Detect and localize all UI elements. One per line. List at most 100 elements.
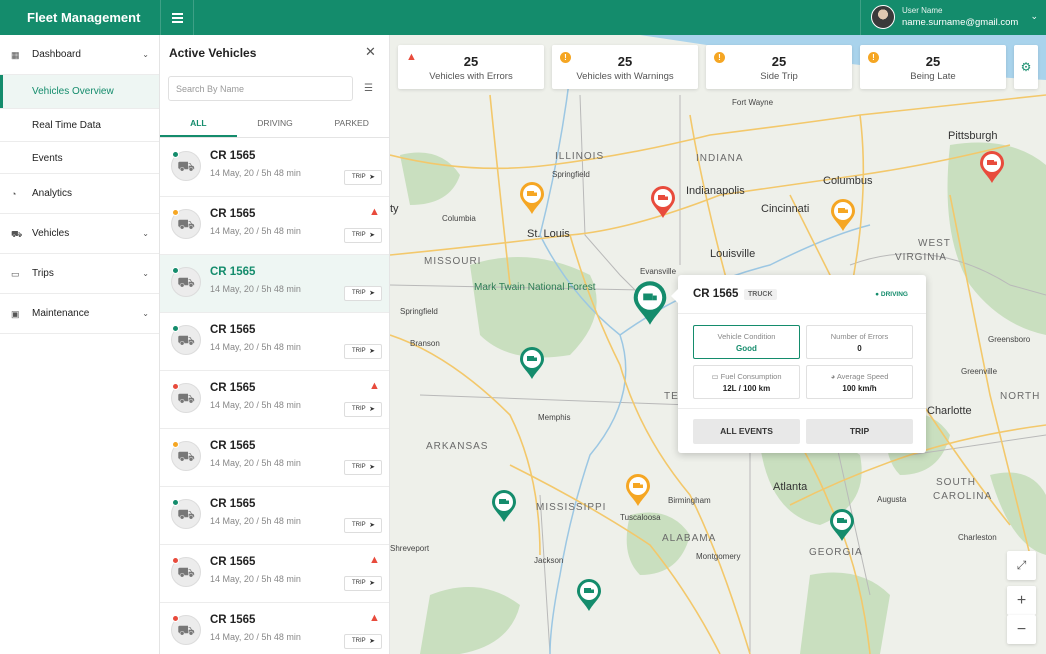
summary-being-late[interactable]: ! 25 Being Late [860, 45, 1006, 89]
trip-button[interactable]: TRIP ➤ [344, 228, 382, 243]
gear-icon[interactable]: ⚙ [1014, 45, 1038, 89]
sidebar-item-analytics[interactable]: ◔ Analytics [0, 174, 159, 214]
navigation-icon: ➤ [369, 406, 375, 413]
list-item[interactable]: ⛟ CR 1565 14 May, 20 / 5h 48 min ▲ TRIP ➤ [160, 197, 389, 255]
map-city: Springfield [552, 170, 590, 179]
vehicle-meta: 14 May, 20 / 5h 48 min [210, 458, 301, 468]
summary-errors[interactable]: ▲ 25 Vehicles with Errors [398, 45, 544, 89]
trip-button[interactable]: TRIP ➤ [344, 286, 382, 301]
map-city: Jackson [534, 556, 564, 565]
map-pin-selected[interactable] [631, 279, 669, 327]
map-state: VIRGINIA [895, 252, 947, 263]
sidebar-item-real-time-data[interactable]: Real Time Data [0, 108, 159, 141]
all-events-button[interactable]: ALL EVENTS [693, 419, 800, 444]
sidebar-item-label: Trips [32, 268, 54, 279]
map-pin-warning[interactable] [829, 198, 857, 232]
vehicle-popup: CR 1565 TRUCK ● DRIVING Vehicle Conditio… [671, 275, 926, 453]
trip-button[interactable]: TRIP ➤ [344, 402, 382, 417]
vehicle-name: CR 1565 [210, 266, 256, 278]
sidebar-item-label: Vehicles [32, 228, 70, 239]
map-pin-warning[interactable] [624, 473, 652, 507]
warning-icon: ▲ [369, 206, 380, 218]
user-menu[interactable]: User Name name.surname@gmail.com ⌄ [860, 0, 1046, 35]
tab-all[interactable]: ALL [160, 111, 237, 137]
map[interactable]: Fort Wayne Pittsburgh Columbus Indianapo… [390, 35, 1046, 654]
vehicle-name: CR 1565 [210, 150, 256, 162]
map-pin-error[interactable] [978, 150, 1006, 184]
app-title: Fleet Management [27, 10, 141, 25]
status-dot [172, 499, 179, 506]
status-dot [172, 325, 179, 332]
list-item[interactable]: ⛟ CR 1565 14 May, 20 / 5h 48 min ▲ TRIP ➤ [160, 603, 389, 654]
sidebar-item-dashboard[interactable]: ▦ Dashboard ⌄ [0, 35, 159, 75]
list-item[interactable]: ⛟ CR 1565 14 May, 20 / 5h 48 min ▲ TRIP ➤ [160, 545, 389, 603]
menu-button[interactable] [160, 0, 194, 35]
trip-button[interactable]: TRIP ➤ [344, 576, 382, 591]
list-item[interactable]: ⛟ CR 1565 14 May, 20 / 5h 48 min TRIP ➤ [160, 313, 389, 371]
map-city: Charlotte [927, 405, 972, 417]
list-item[interactable]: ⛟ CR 1565 14 May, 20 / 5h 48 min TRIP ➤ [160, 487, 389, 545]
status-dot [172, 209, 179, 216]
map-pin-driving[interactable] [518, 346, 546, 380]
sidebar-item-events[interactable]: Events [0, 141, 159, 174]
sidebar-item-label: Dashboard [32, 49, 81, 60]
fuel-icon: ▭ [711, 372, 721, 381]
close-icon[interactable]: ✕ [365, 44, 376, 60]
fullscreen-icon[interactable]: ⤢ [1007, 551, 1036, 580]
map-pin-driving[interactable] [575, 578, 603, 612]
search-input[interactable] [168, 76, 353, 101]
avatar [871, 5, 895, 29]
vehicle-meta: 14 May, 20 / 5h 48 min [210, 342, 301, 352]
status-dot [172, 383, 179, 390]
popup-vehicle-type: TRUCK [744, 289, 777, 300]
map-city: Evansville [640, 267, 677, 276]
list-item[interactable]: ⛟ CR 1565 14 May, 20 / 5h 48 min ▲ TRIP ➤ [160, 371, 389, 429]
tab-driving[interactable]: DRIVING [237, 111, 314, 137]
user-email: name.surname@gmail.com [902, 17, 1019, 28]
zoom-out-button[interactable]: − [1007, 615, 1036, 644]
vehicle-meta: 14 May, 20 / 5h 48 min [210, 168, 301, 178]
list-item[interactable]: ⛟ CR 1565 14 May, 20 / 5h 48 min TRIP ➤ [160, 255, 389, 313]
trip-button[interactable]: TRIP [806, 419, 913, 444]
vehicle-meta: 14 May, 20 / 5h 48 min [210, 284, 301, 294]
sidebar-item-maintenance[interactable]: ▣ Maintenance ⌄ [0, 294, 159, 334]
map-city: Louisville [710, 248, 756, 260]
warning-icon: ▲ [369, 612, 380, 624]
sidebar-item-vehicles-overview[interactable]: Vehicles Overview [0, 75, 159, 108]
filter-icon[interactable]: ☰ [364, 83, 373, 94]
map-city: Pittsburgh [948, 130, 998, 142]
vehicle-name: CR 1565 [210, 440, 256, 452]
tab-parked[interactable]: PARKED [313, 111, 389, 137]
summary-warnings[interactable]: ! 25 Vehicles with Warnings [552, 45, 698, 89]
sidebar-item-vehicles[interactable]: ⛟ Vehicles ⌄ [0, 214, 159, 254]
map-city: Fort Wayne [732, 98, 774, 107]
vehicle-meta: 14 May, 20 / 5h 48 min [210, 226, 301, 236]
summary-side-trip[interactable]: ! 25 Side Trip [706, 45, 852, 89]
trip-button[interactable]: TRIP ➤ [344, 634, 382, 649]
map-pin-error[interactable] [649, 185, 677, 219]
trip-button[interactable]: TRIP ➤ [344, 170, 382, 185]
list-item[interactable]: ⛟ CR 1565 14 May, 20 / 5h 48 min TRIP ➤ [160, 429, 389, 487]
zoom-in-button[interactable]: + [1007, 586, 1036, 615]
sidebar-item-trips[interactable]: ▭ Trips ⌄ [0, 254, 159, 294]
panel-title: Active Vehicles [169, 46, 257, 60]
sidebar-item-label: Maintenance [32, 308, 90, 319]
truck-icon: ⛟ [11, 229, 23, 239]
chevron-down-icon: ⌄ [142, 50, 149, 59]
app: Fleet Management User Name name.surname@… [0, 0, 1046, 654]
map-city: ty [390, 203, 399, 215]
trip-button[interactable]: TRIP ➤ [344, 460, 382, 475]
vehicle-name: CR 1565 [210, 208, 256, 220]
trip-button[interactable]: TRIP ➤ [344, 344, 382, 359]
map-city: Cincinnati [761, 203, 810, 215]
map-state: ILLINOIS [555, 151, 605, 162]
pie-chart-icon: ◔ [11, 189, 17, 199]
list-item[interactable]: ⛟ CR 1565 14 May, 20 / 5h 48 min TRIP ➤ [160, 139, 389, 197]
map-pin-driving[interactable] [828, 508, 856, 542]
map-pin-driving[interactable] [490, 489, 518, 523]
chevron-down-icon: ⌄ [142, 269, 149, 278]
number-of-errors-box: Number of Errors 0 [806, 325, 913, 359]
trip-button[interactable]: TRIP ➤ [344, 518, 382, 533]
map-pin-warning[interactable] [518, 181, 546, 215]
vehicle-tabs: ALL DRIVING PARKED [160, 111, 389, 138]
